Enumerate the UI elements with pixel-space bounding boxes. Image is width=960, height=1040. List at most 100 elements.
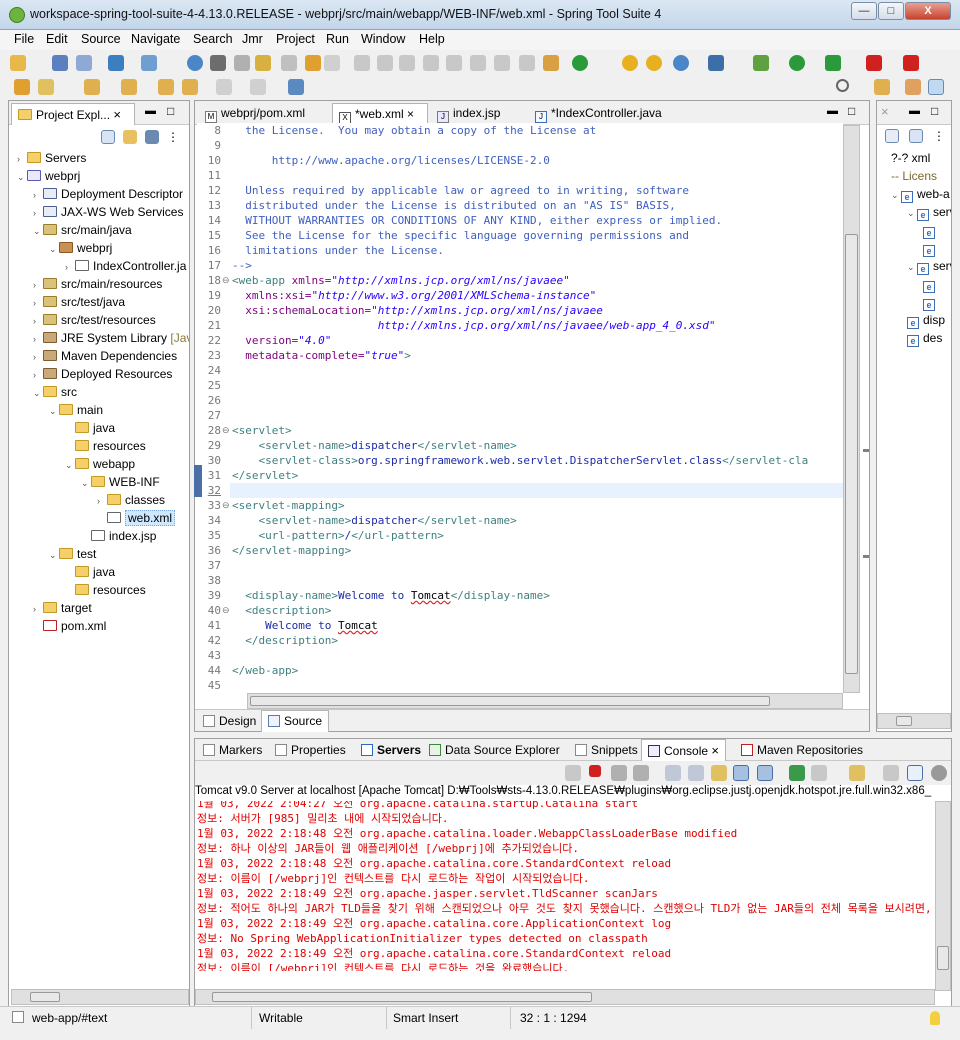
outline-item[interactable]: e disp bbox=[907, 311, 945, 329]
step-return-icon[interactable] bbox=[494, 55, 510, 71]
scroll-thumb[interactable] bbox=[845, 234, 858, 674]
terminate-icon[interactable] bbox=[589, 765, 601, 777]
close-icon[interactable]: × bbox=[407, 107, 414, 121]
tab-data-source-explorer[interactable]: Data Source Explorer bbox=[423, 740, 566, 762]
tree-item[interactable]: › Maven Dependencies bbox=[33, 347, 177, 365]
tree-item[interactable]: › Servers bbox=[17, 149, 86, 167]
tree-item[interactable]: pom.xml bbox=[33, 617, 106, 635]
collapse-all-icon[interactable] bbox=[909, 129, 923, 143]
outline-item[interactable]: e bbox=[923, 293, 939, 311]
maximize-view-icon[interactable]: □ bbox=[848, 104, 855, 118]
scroll-thumb[interactable] bbox=[30, 992, 60, 1002]
tree-item[interactable]: › src/test/java bbox=[33, 293, 125, 311]
expand-toggle-icon[interactable]: ⌄ bbox=[891, 186, 901, 204]
explorer-horizontal-scrollbar[interactable] bbox=[11, 989, 189, 1005]
expand-toggle-icon[interactable]: ⌄ bbox=[65, 456, 75, 474]
tree-item[interactable]: › target bbox=[33, 599, 92, 617]
view-menu-icon[interactable] bbox=[883, 765, 899, 781]
suspend-icon[interactable] bbox=[377, 55, 393, 71]
step-over-icon[interactable] bbox=[470, 55, 486, 71]
minimize-view-icon[interactable]: ▬ bbox=[827, 105, 838, 117]
fold-toggle-icon[interactable]: ⊖ bbox=[222, 500, 230, 511]
spring-info-icon[interactable] bbox=[646, 55, 662, 71]
editor-horizontal-scrollbar[interactable] bbox=[247, 693, 843, 709]
console-menu-icon[interactable] bbox=[811, 765, 827, 781]
stop-icon[interactable] bbox=[866, 55, 882, 71]
tree-item[interactable]: ⌄ webapp bbox=[65, 455, 135, 473]
expand-toggle-icon[interactable]: ⌄ bbox=[17, 168, 27, 186]
tree-item[interactable]: ⌄ webprj bbox=[49, 239, 112, 257]
last-edit-icon[interactable] bbox=[158, 79, 174, 95]
menu-window[interactable]: Window bbox=[361, 32, 405, 46]
jee-perspective-icon[interactable] bbox=[905, 79, 921, 95]
save-all-icon[interactable] bbox=[76, 55, 92, 71]
use-step-filters-icon[interactable] bbox=[543, 55, 559, 71]
tree-item[interactable]: index.jsp bbox=[81, 527, 156, 545]
pin-editor-icon[interactable] bbox=[288, 79, 304, 95]
tree-item[interactable]: ⌄ main bbox=[49, 401, 103, 419]
fold-toggle-icon[interactable]: ⊖ bbox=[222, 425, 230, 436]
outline-item[interactable]: -- Licens bbox=[891, 167, 937, 185]
expand-toggle-icon[interactable]: › bbox=[97, 492, 107, 510]
collapse-all-icon[interactable] bbox=[101, 130, 115, 144]
tree-item[interactable]: ⌄ test bbox=[49, 545, 96, 563]
new-spring-starter-icon[interactable] bbox=[108, 55, 124, 71]
expand-toggle-icon[interactable]: › bbox=[33, 600, 43, 618]
remove-launch-icon[interactable] bbox=[565, 765, 581, 781]
console-horizontal-scrollbar[interactable] bbox=[195, 989, 935, 1005]
minimize-view-icon[interactable]: ▬ bbox=[145, 105, 156, 117]
tree-item[interactable]: › JRE System Library [Jav bbox=[33, 329, 189, 347]
tree-item[interactable]: ⌄ src/main/java bbox=[33, 221, 132, 239]
expand-toggle-icon[interactable]: › bbox=[33, 186, 43, 204]
tab-pom-xml[interactable]: Mwebprj/pom.xml bbox=[199, 103, 331, 125]
spring-dashboard-icon[interactable] bbox=[141, 55, 157, 71]
tab-maven-repositories[interactable]: Maven Repositories bbox=[735, 740, 869, 762]
scroll-thumb[interactable] bbox=[250, 696, 770, 706]
menu-run[interactable]: Run bbox=[326, 32, 349, 46]
gear-icon[interactable] bbox=[931, 765, 947, 781]
globe-icon[interactable] bbox=[187, 55, 203, 71]
outline-horizontal-scrollbar[interactable] bbox=[877, 713, 951, 729]
outline-item[interactable]: ⌄eserv bbox=[907, 203, 951, 221]
expand-toggle-icon[interactable]: › bbox=[17, 150, 27, 168]
console-output[interactable]: 1월 03, 2022 2:04:27 오전 org.apache.catali… bbox=[195, 801, 935, 971]
show-stdout-icon[interactable] bbox=[711, 765, 727, 781]
search-ext-icon[interactable] bbox=[234, 55, 250, 71]
tab-index-controller[interactable]: J *IndexController.java bbox=[529, 103, 679, 125]
code-editor[interactable]: 8 the License. You may obtain a copy of … bbox=[197, 123, 843, 693]
maximize-view-icon[interactable]: □ bbox=[931, 104, 938, 118]
scroll-thumb[interactable] bbox=[896, 716, 912, 726]
prev-annotation-icon[interactable] bbox=[121, 79, 137, 95]
word-wrap-icon[interactable] bbox=[688, 765, 704, 781]
lock-icon[interactable] bbox=[324, 55, 340, 71]
next-annotation-icon[interactable] bbox=[84, 79, 100, 95]
tab-design[interactable]: Design bbox=[197, 711, 262, 733]
expand-toggle-icon[interactable]: ⌄ bbox=[907, 258, 917, 276]
close-icon[interactable]: × bbox=[113, 107, 121, 122]
tree-item[interactable]: › JAX-WS Web Services bbox=[33, 203, 183, 221]
debug-icon[interactable] bbox=[753, 55, 769, 71]
stop-server-icon[interactable] bbox=[903, 55, 919, 71]
tree-item[interactable]: ⌄ WEB-INF bbox=[81, 473, 160, 491]
tree-item[interactable]: › Deployment Descriptor bbox=[33, 185, 183, 203]
maximize-view-icon[interactable]: □ bbox=[167, 104, 174, 118]
scroll-lock-icon[interactable] bbox=[665, 765, 681, 781]
search-icon[interactable] bbox=[836, 79, 849, 92]
menu-help[interactable]: Help bbox=[419, 32, 445, 46]
open-type-icon[interactable] bbox=[14, 79, 30, 95]
relaunch-icon[interactable] bbox=[572, 55, 588, 71]
tree-item[interactable]: ⌄ webprj bbox=[17, 167, 80, 185]
view-menu-icon[interactable]: ⋮ bbox=[933, 129, 949, 145]
expand-toggle-icon[interactable]: ⌄ bbox=[33, 384, 43, 402]
tree-item[interactable]: › src/main/resources bbox=[33, 275, 162, 293]
view-menu-icon[interactable]: ⋮ bbox=[167, 130, 183, 146]
outline-item[interactable]: ⌄ e web-a bbox=[891, 185, 950, 203]
run-external-icon[interactable] bbox=[825, 55, 841, 71]
tools-icon[interactable] bbox=[708, 55, 724, 71]
scroll-thumb[interactable] bbox=[937, 946, 949, 970]
expand-toggle-icon[interactable]: ⌄ bbox=[81, 474, 91, 492]
forward-arrow-icon[interactable] bbox=[250, 79, 266, 95]
expand-toggle-icon[interactable]: ⌄ bbox=[49, 240, 59, 258]
fold-toggle-icon[interactable]: ⊖ bbox=[222, 275, 230, 286]
expand-toggle-icon[interactable]: › bbox=[33, 330, 43, 348]
